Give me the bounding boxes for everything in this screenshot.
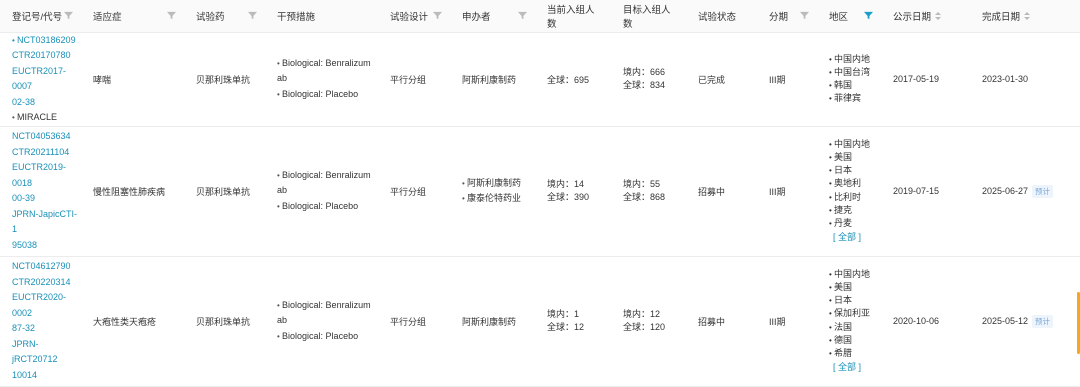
col-intervention: 干预措施: [265, 0, 378, 33]
col-design: 试验设计: [378, 0, 450, 33]
filter-icon[interactable]: [518, 11, 527, 20]
col-current: 当前入组人数: [535, 0, 611, 33]
cell-indication: 哮喘: [81, 32, 184, 127]
cell-target: 境内：12 全球：120: [611, 256, 686, 387]
cell-design: 平行分组: [378, 256, 450, 387]
trial-id-link[interactable]: JPRN-jRCT20712: [12, 337, 81, 368]
cell-drug: 贝那利珠单抗: [184, 32, 265, 127]
cell-indication: 大疱性类天疱疮: [81, 256, 184, 387]
cell-end-date: 2025-05-12 预计: [970, 256, 1080, 387]
cell-reg: NCT04053634 CTR20211104 EUCTR2019-0018 0…: [0, 126, 81, 257]
cell-intervention: Biological: Benralizum ab Biological: Pl…: [265, 126, 378, 257]
filter-icon[interactable]: [248, 11, 257, 20]
col-status: 试验状态: [686, 0, 757, 33]
trial-id-link[interactable]: 00-39: [12, 191, 81, 207]
trials-table: 登记号/代号 适应症 试验药 干预措施 试验设计 申办者 当前入组人数 目标入组…: [0, 0, 1080, 387]
trial-id-link[interactable]: 95038: [12, 238, 81, 254]
col-reg: 登记号/代号: [0, 0, 81, 33]
cell-current: 境内：1 全球：12: [535, 256, 611, 387]
trial-id-link[interactable]: EUCTR2019-0018: [12, 160, 81, 191]
table-row: NCT04053634 CTR20211104 EUCTR2019-0018 0…: [0, 126, 1080, 257]
trial-id-link[interactable]: 87-32: [12, 321, 81, 337]
estimated-badge: 预计: [1032, 184, 1054, 198]
cell-current: 全球：695: [535, 32, 611, 127]
cell-sponsor: 阿斯利康制药: [450, 32, 535, 127]
sort-icon[interactable]: [935, 11, 942, 21]
cell-region: 中国内地 中国台湾 韩国 菲律宾: [817, 32, 881, 127]
cell-pub-date: 2017-05-19: [881, 32, 970, 127]
col-end-date: 完成日期: [970, 0, 1080, 33]
trial-id-link[interactable]: EUCTR2020-0002: [12, 290, 81, 321]
col-target: 目标入组人数: [611, 0, 686, 33]
col-indication: 适应症: [81, 0, 184, 33]
cell-target: 境内：666 全球：834: [611, 32, 686, 127]
cell-phase: III期: [757, 126, 817, 257]
sort-icon[interactable]: [1024, 11, 1031, 21]
cell-design: 平行分组: [378, 32, 450, 127]
trial-id-link[interactable]: 10014: [12, 368, 81, 384]
trial-id-link[interactable]: NCT03186209: [12, 33, 81, 49]
filter-icon[interactable]: [433, 11, 442, 20]
cell-intervention: Biological: Benralizum ab Biological: Pl…: [265, 256, 378, 387]
cell-region: 中国内地 美国 日本 保加利亚 法国 德国 希腊 [ 全部 ]: [817, 256, 881, 387]
col-pub-date: 公示日期: [881, 0, 970, 33]
cell-drug: 贝那利珠单抗: [184, 256, 265, 387]
cell-phase: III期: [757, 256, 817, 387]
col-sponsor: 申办者: [450, 0, 535, 33]
cell-sponsor: 阿斯利康制药: [450, 256, 535, 387]
filter-icon[interactable]: [64, 11, 73, 20]
cell-current: 境内：14 全球：390: [535, 126, 611, 257]
cell-reg: NCT03186209 CTR20170780 EUCTR2017-0007 0…: [0, 32, 81, 127]
trial-id-link[interactable]: CTR20220314: [12, 275, 81, 291]
cell-end-date: 2023-01-30: [970, 32, 1080, 127]
cell-reg: NCT04612790 CTR20220314 EUCTR2020-0002 8…: [0, 256, 81, 387]
estimated-badge: 预计: [1032, 314, 1054, 328]
trial-id-link[interactable]: CTR20170780: [12, 48, 81, 64]
cell-status: 已完成: [686, 32, 757, 127]
table-row: NCT04612790 CTR20220314 EUCTR2020-0002 8…: [0, 256, 1080, 387]
trial-alias: MIRACLE: [12, 110, 81, 126]
cell-region: 中国内地 美国 日本 奥地利 比利时 捷克 丹麦 [ 全部 ]: [817, 126, 881, 257]
filter-icon[interactable]: [800, 11, 809, 20]
col-drug: 试验药: [184, 0, 265, 33]
cell-indication: 慢性阻塞性肺疾病: [81, 126, 184, 257]
col-region: 地区: [817, 0, 881, 33]
cell-pub-date: 2019-07-15: [881, 126, 970, 257]
cell-drug: 贝那利珠单抗: [184, 126, 265, 257]
cell-status: 招募中: [686, 126, 757, 257]
cell-status: 招募中: [686, 256, 757, 387]
show-all-regions-link[interactable]: [ 全部 ]: [829, 230, 881, 244]
cell-phase: III期: [757, 32, 817, 127]
trial-id-link[interactable]: 02-38: [12, 95, 81, 111]
table-header-row: 登记号/代号 适应症 试验药 干预措施 试验设计 申办者 当前入组人数 目标入组…: [0, 0, 1080, 33]
cell-target: 境内：55 全球：868: [611, 126, 686, 257]
cell-pub-date: 2020-10-06: [881, 256, 970, 387]
cell-end-date: 2025-06-27 预计: [970, 126, 1080, 257]
trial-id-link[interactable]: NCT04612790: [12, 259, 81, 275]
col-phase: 分期: [757, 0, 817, 33]
cell-design: 平行分组: [378, 126, 450, 257]
trial-id-link[interactable]: JPRN-JapicCTI-1: [12, 207, 81, 238]
cell-intervention: Biological: Benralizum ab Biological: Pl…: [265, 32, 378, 127]
show-all-regions-link[interactable]: [ 全部 ]: [829, 360, 881, 374]
cell-sponsor: 阿斯利康制药 康泰伦特药业: [450, 126, 535, 257]
filter-icon[interactable]: [167, 11, 176, 20]
trial-id-link[interactable]: NCT04053634: [12, 129, 81, 145]
table-row: NCT03186209 CTR20170780 EUCTR2017-0007 0…: [0, 32, 1080, 127]
trial-id-link[interactable]: EUCTR2017-0007: [12, 64, 81, 95]
trial-id-link[interactable]: CTR20211104: [12, 145, 81, 161]
filter-active-icon[interactable]: [864, 11, 873, 20]
